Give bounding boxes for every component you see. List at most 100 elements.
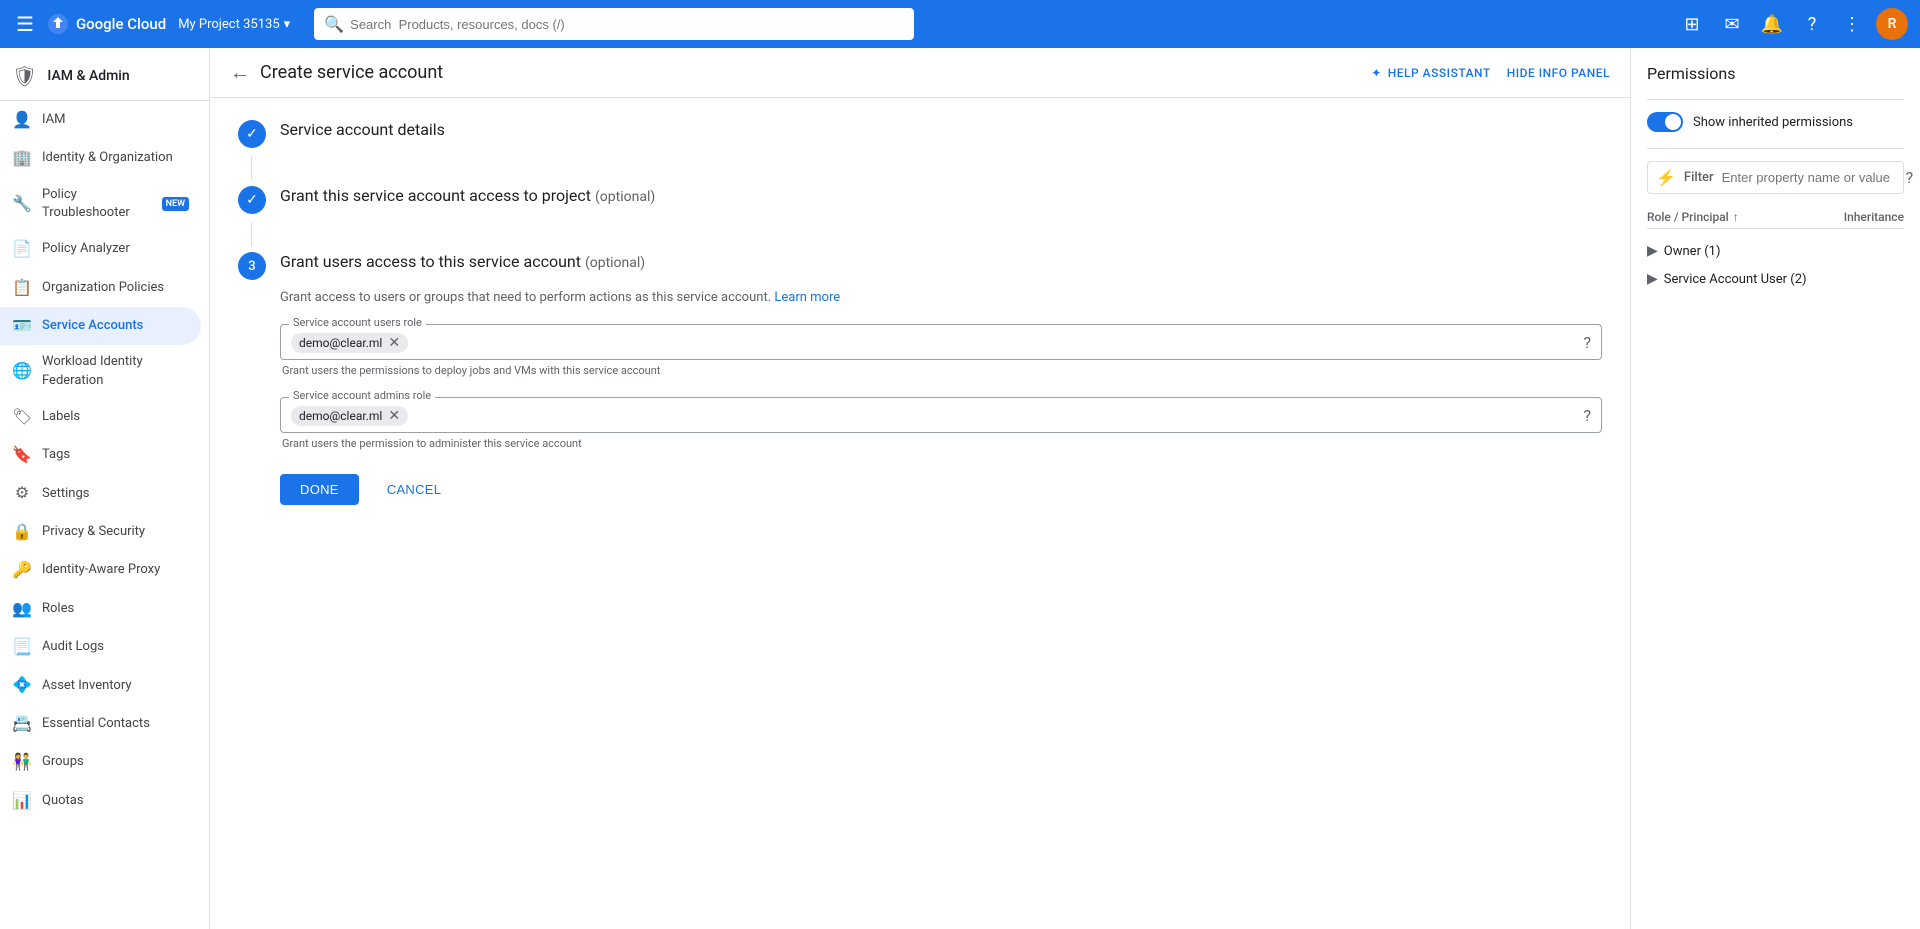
search-input[interactable] <box>314 8 914 40</box>
sidebar-item-audit-logs[interactable]: 📃 Audit Logs <box>0 628 201 666</box>
users-role-wrapper: Service account users role demo@clear.ml… <box>280 324 1602 360</box>
users-role-legend: Service account users role <box>289 317 426 328</box>
sort-asc-icon[interactable]: ↑ <box>1733 210 1739 224</box>
users-role-chip-row: demo@clear.ml ✕ ? <box>291 333 1591 353</box>
expand-sau-icon: ▶ <box>1647 271 1658 287</box>
sidebar-item-policy-analyzer[interactable]: 📄 Policy Analyzer <box>0 230 201 268</box>
step-3-header: Grant users access to this service accou… <box>280 250 645 274</box>
toggle-row: Show inherited permissions <box>1647 112 1904 132</box>
filter-icon: ⚡ <box>1656 168 1676 187</box>
cancel-button[interactable]: CANCEL <box>371 474 458 505</box>
done-button[interactable]: DONE <box>280 474 359 505</box>
users-role-hint: Grant users the permissions to deploy jo… <box>280 364 1602 377</box>
back-button[interactable]: ← <box>230 60 250 85</box>
users-role-chip-close[interactable]: ✕ <box>388 335 400 351</box>
tag-icon: 🔖 <box>12 444 32 466</box>
learn-more-link[interactable]: Learn more <box>774 290 840 305</box>
email-icon[interactable]: ✉ <box>1716 8 1748 40</box>
search-icon: 🔍 <box>324 15 344 34</box>
check-icon: ✓ <box>246 126 258 142</box>
sidebar-item-labels[interactable]: 🏷 Labels <box>0 398 201 436</box>
step-connector-2 <box>251 222 252 246</box>
settings-icon: ⚙ <box>12 482 32 504</box>
badge-icon: 🪪 <box>12 315 32 337</box>
admins-role-input[interactable] <box>414 408 1577 423</box>
help-assistant-button[interactable]: ✦ HELP ASSISTANT <box>1371 66 1491 80</box>
owner-label: Owner (1) <box>1664 244 1721 259</box>
sidebar-item-iam[interactable]: 👤 IAM <box>0 101 201 139</box>
users-role-input[interactable] <box>414 335 1577 350</box>
sidebar-item-identity-aware-proxy[interactable]: 🔑 Identity-Aware Proxy <box>0 551 201 589</box>
filter-help-icon[interactable]: ? <box>1906 168 1914 187</box>
filter-input[interactable] <box>1722 170 1898 185</box>
project-selector[interactable]: My Project 35135 ▾ <box>178 17 290 32</box>
sidebar-item-label: IAM <box>42 111 65 129</box>
admins-role-chip-text: demo@clear.ml <box>299 409 382 423</box>
filter-label: Filter <box>1684 170 1714 185</box>
chevron-down-icon: ▾ <box>284 17 291 32</box>
step-2-subtitle: (optional) <box>595 189 655 205</box>
policy-icon: 📋 <box>12 277 32 299</box>
sidebar-item-label: Identity & Organization <box>42 149 173 167</box>
sidebar-item-roles[interactable]: 👥 Roles <box>0 590 201 628</box>
apps-icon[interactable]: ⊞ <box>1676 8 1708 40</box>
sidebar-item-privacy-security[interactable]: 🔒 Privacy & Security <box>0 513 201 551</box>
search-bar: 🔍 <box>314 8 914 40</box>
sparkle-icon: ✦ <box>1371 66 1382 80</box>
help-assistant-label: HELP ASSISTANT <box>1388 66 1491 80</box>
sidebar-item-label: Roles <box>42 600 74 618</box>
col-role-principal: Role / Principal ↑ <box>1647 210 1739 224</box>
sidebar-item-org-policies[interactable]: 📋 Organization Policies <box>0 269 201 307</box>
step-3-row: 3 Grant users access to this service acc… <box>238 250 1602 280</box>
diamond-icon: 💠 <box>12 674 32 696</box>
roles-icon: 👥 <box>12 598 32 620</box>
users-role-help-icon[interactable]: ? <box>1583 333 1591 352</box>
top-nav: ☰ Google Cloud My Project 35135 ▾ 🔍 ⊞ ✉ … <box>0 0 1920 48</box>
users-role-chip: demo@clear.ml ✕ <box>291 333 408 353</box>
more-vert-icon[interactable]: ⋮ <box>1836 8 1868 40</box>
toggle-label: Show inherited permissions <box>1693 115 1853 130</box>
panel-divider-mid <box>1647 148 1904 149</box>
check-icon-2: ✓ <box>246 192 258 208</box>
sidebar-item-label: Identity-Aware Proxy <box>42 561 160 579</box>
hide-info-panel-button[interactable]: HIDE INFO PANEL <box>1507 66 1610 80</box>
sidebar-item-workload-identity[interactable]: 🌐 Workload Identity Federation <box>0 345 201 397</box>
inherited-permissions-toggle[interactable] <box>1647 112 1683 132</box>
sidebar-item-label: Quotas <box>42 792 84 810</box>
step-3-number: 3 <box>248 259 255 274</box>
permission-row-service-account-user[interactable]: ▶ Service Account User (2) <box>1647 265 1904 293</box>
build-icon: 🔧 <box>12 193 32 215</box>
step-3-content: Grant access to users or groups that nee… <box>280 288 1602 505</box>
hamburger-menu[interactable]: ☰ <box>12 8 38 40</box>
sidebar-item-tags[interactable]: 🔖 Tags <box>0 436 201 474</box>
sidebar-item-essential-contacts[interactable]: 📇 Essential Contacts <box>0 705 201 743</box>
sidebar-item-quotas[interactable]: 📊 Quotas <box>0 782 201 820</box>
admins-role-chip-close[interactable]: ✕ <box>388 408 400 424</box>
sidebar-item-policy-troubleshooter[interactable]: 🔧 Policy Troubleshooter NEW <box>0 178 201 230</box>
new-badge: NEW <box>162 197 189 212</box>
admins-role-help-icon[interactable]: ? <box>1583 406 1591 425</box>
page-header-left: ← Create service account <box>230 60 443 85</box>
help-icon[interactable]: ? <box>1796 8 1828 40</box>
panel-title: Permissions <box>1647 64 1904 83</box>
page-header-right: ✦ HELP ASSISTANT HIDE INFO PANEL <box>1371 66 1610 80</box>
sidebar-item-groups[interactable]: 👫 Groups <box>0 743 201 781</box>
table-icon: 📊 <box>12 790 32 812</box>
sidebar-item-identity-org[interactable]: 🏢 Identity & Organization <box>0 139 201 177</box>
account-tree-icon: 🌐 <box>12 360 32 382</box>
step-1-content: Service account details <box>280 118 445 142</box>
vpn-icon: 🔑 <box>12 559 32 581</box>
article-icon: 📄 <box>12 238 32 260</box>
avatar[interactable]: R <box>1876 8 1908 40</box>
app-layout: 🛡 IAM & Admin 👤 IAM 🏢 Identity & Organiz… <box>0 48 1920 929</box>
permission-row-owner[interactable]: ▶ Owner (1) <box>1647 237 1904 265</box>
notifications-icon[interactable]: 🔔 <box>1756 8 1788 40</box>
step-2-content: Grant this service account access to pro… <box>280 184 655 208</box>
sidebar-header: 🛡 IAM & Admin <box>0 48 209 101</box>
sidebar-item-asset-inventory[interactable]: 💠 Asset Inventory <box>0 666 201 704</box>
sidebar-item-label: Settings <box>42 485 89 503</box>
person-icon: 👤 <box>12 109 32 131</box>
sidebar-item-settings[interactable]: ⚙ Settings <box>0 474 201 512</box>
sidebar-item-service-accounts[interactable]: 🪪 Service Accounts <box>0 307 201 345</box>
sidebar-item-label: Essential Contacts <box>42 715 150 733</box>
